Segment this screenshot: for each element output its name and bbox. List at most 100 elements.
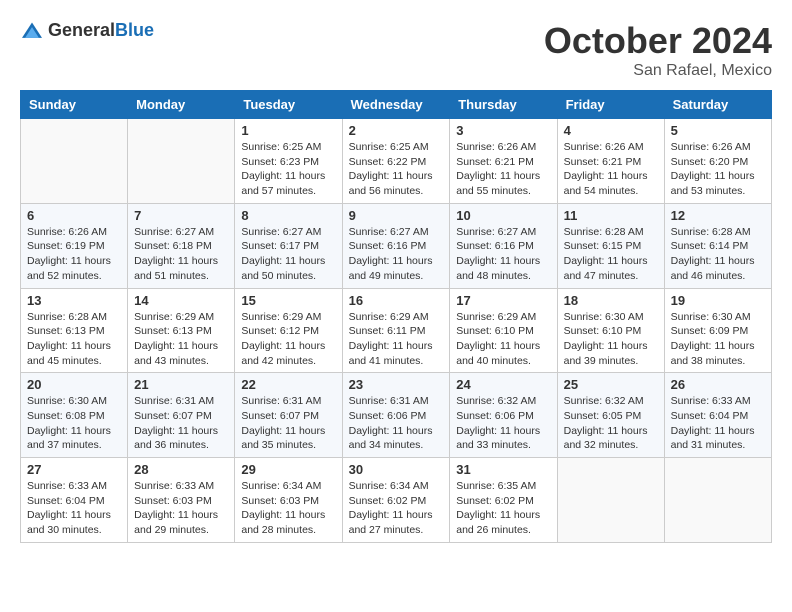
day-info: Sunrise: 6:34 AM Sunset: 6:02 PM Dayligh… [349,479,444,538]
weekday-header: Sunday [21,91,128,119]
day-info: Sunrise: 6:26 AM Sunset: 6:19 PM Dayligh… [27,225,121,284]
day-info: Sunrise: 6:27 AM Sunset: 6:16 PM Dayligh… [456,225,550,284]
calendar-day-cell: 13 Sunrise: 6:28 AM Sunset: 6:13 PM Dayli… [21,288,128,373]
calendar-day-cell: 12 Sunrise: 6:28 AM Sunset: 6:14 PM Dayli… [664,203,771,288]
weekday-header: Monday [128,91,235,119]
calendar-day-cell [21,119,128,204]
day-info: Sunrise: 6:29 AM Sunset: 6:12 PM Dayligh… [241,310,335,369]
day-number: 17 [456,293,550,308]
day-number: 29 [241,462,335,477]
calendar-day-cell: 19Sunrise: 6:30 AM Sunset: 6:09 PM Dayli… [664,288,771,373]
day-info: Sunrise: 6:31 AM Sunset: 6:07 PM Dayligh… [241,394,335,453]
day-info: Sunrise: 6:26 AM Sunset: 6:21 PM Dayligh… [564,140,658,199]
day-number: 26 [671,377,765,392]
day-info: Sunrise: 6:33 AM Sunset: 6:04 PM Dayligh… [671,394,765,453]
day-info: Sunrise: 6:32 AM Sunset: 6:06 PM Dayligh… [456,394,550,453]
day-info: Sunrise: 6:28 AM Sunset: 6:15 PM Dayligh… [564,225,658,284]
day-info: Sunrise: 6:26 AM Sunset: 6:20 PM Dayligh… [671,140,765,199]
calendar-day-cell: 11Sunrise: 6:28 AM Sunset: 6:15 PM Dayli… [557,203,664,288]
calendar-day-cell: 25 Sunrise: 6:32 AM Sunset: 6:05 PM Dayli… [557,373,664,458]
logo: GeneralBlue [20,20,154,41]
day-info: Sunrise: 6:35 AM Sunset: 6:02 PM Dayligh… [456,479,550,538]
day-number: 19 [671,293,765,308]
day-info: Sunrise: 6:31 AM Sunset: 6:06 PM Dayligh… [349,394,444,453]
month-title: October 2024 [544,20,772,62]
day-number: 27 [27,462,121,477]
day-number: 10 [456,208,550,223]
day-number: 3 [456,123,550,138]
calendar-day-cell: 29 Sunrise: 6:34 AM Sunset: 6:03 PM Dayli… [235,458,342,543]
calendar-day-cell: 23Sunrise: 6:31 AM Sunset: 6:06 PM Dayli… [342,373,450,458]
calendar-day-cell: 10 Sunrise: 6:27 AM Sunset: 6:16 PM Dayli… [450,203,557,288]
calendar-day-cell: 9Sunrise: 6:27 AM Sunset: 6:16 PM Daylig… [342,203,450,288]
day-number: 31 [456,462,550,477]
calendar-table: SundayMondayTuesdayWednesdayThursdayFrid… [20,90,772,543]
day-number: 25 [564,377,658,392]
day-number: 1 [241,123,335,138]
calendar-day-cell: 7 Sunrise: 6:27 AM Sunset: 6:18 PM Daylig… [128,203,235,288]
calendar-week-row: 6Sunrise: 6:26 AM Sunset: 6:19 PM Daylig… [21,203,772,288]
day-info: Sunrise: 6:28 AM Sunset: 6:13 PM Dayligh… [27,310,121,369]
calendar-day-cell: 30 Sunrise: 6:34 AM Sunset: 6:02 PM Dayli… [342,458,450,543]
day-info: Sunrise: 6:27 AM Sunset: 6:17 PM Dayligh… [241,225,335,284]
calendar-day-cell: 16 Sunrise: 6:29 AM Sunset: 6:11 PM Dayli… [342,288,450,373]
day-info: Sunrise: 6:33 AM Sunset: 6:03 PM Dayligh… [134,479,228,538]
calendar-day-cell: 1 Sunrise: 6:25 AM Sunset: 6:23 PM Daylig… [235,119,342,204]
weekday-header: Friday [557,91,664,119]
day-info: Sunrise: 6:27 AM Sunset: 6:18 PM Dayligh… [134,225,228,284]
page-header: GeneralBlue October 2024 San Rafael, Mex… [20,20,772,80]
day-info: Sunrise: 6:31 AM Sunset: 6:07 PM Dayligh… [134,394,228,453]
calendar-day-cell: 18Sunrise: 6:30 AM Sunset: 6:10 PM Dayli… [557,288,664,373]
calendar-day-cell: 8 Sunrise: 6:27 AM Sunset: 6:17 PM Daylig… [235,203,342,288]
day-number: 4 [564,123,658,138]
calendar-day-cell: 6Sunrise: 6:26 AM Sunset: 6:19 PM Daylig… [21,203,128,288]
calendar-day-cell: 22Sunrise: 6:31 AM Sunset: 6:07 PM Dayli… [235,373,342,458]
day-info: Sunrise: 6:28 AM Sunset: 6:14 PM Dayligh… [671,225,765,284]
calendar-week-row: 27 Sunrise: 6:33 AM Sunset: 6:04 PM Dayli… [21,458,772,543]
location: San Rafael, Mexico [544,62,772,80]
day-info: Sunrise: 6:25 AM Sunset: 6:23 PM Dayligh… [241,140,335,199]
calendar-day-cell: 5 Sunrise: 6:26 AM Sunset: 6:20 PM Daylig… [664,119,771,204]
day-number: 20 [27,377,121,392]
calendar-week-row: 13 Sunrise: 6:28 AM Sunset: 6:13 PM Dayli… [21,288,772,373]
day-number: 7 [134,208,228,223]
day-number: 15 [241,293,335,308]
day-number: 21 [134,377,228,392]
calendar-day-cell: 27 Sunrise: 6:33 AM Sunset: 6:04 PM Dayli… [21,458,128,543]
calendar-day-cell: 28 Sunrise: 6:33 AM Sunset: 6:03 PM Dayli… [128,458,235,543]
weekday-header: Thursday [450,91,557,119]
day-number: 28 [134,462,228,477]
calendar-day-cell: 26 Sunrise: 6:33 AM Sunset: 6:04 PM Dayli… [664,373,771,458]
day-number: 30 [349,462,444,477]
weekday-header: Tuesday [235,91,342,119]
logo-blue: Blue [115,20,154,40]
day-info: Sunrise: 6:29 AM Sunset: 6:11 PM Dayligh… [349,310,444,369]
weekday-header: Wednesday [342,91,450,119]
day-number: 16 [349,293,444,308]
day-number: 5 [671,123,765,138]
day-number: 12 [671,208,765,223]
calendar-day-cell [664,458,771,543]
day-info: Sunrise: 6:29 AM Sunset: 6:10 PM Dayligh… [456,310,550,369]
logo-general: General [48,20,115,40]
day-info: Sunrise: 6:29 AM Sunset: 6:13 PM Dayligh… [134,310,228,369]
day-info: Sunrise: 6:34 AM Sunset: 6:03 PM Dayligh… [241,479,335,538]
day-number: 18 [564,293,658,308]
calendar-header-row: SundayMondayTuesdayWednesdayThursdayFrid… [21,91,772,119]
day-info: Sunrise: 6:33 AM Sunset: 6:04 PM Dayligh… [27,479,121,538]
calendar-day-cell: 15 Sunrise: 6:29 AM Sunset: 6:12 PM Dayli… [235,288,342,373]
day-number: 8 [241,208,335,223]
day-number: 14 [134,293,228,308]
weekday-header: Saturday [664,91,771,119]
day-number: 24 [456,377,550,392]
day-info: Sunrise: 6:26 AM Sunset: 6:21 PM Dayligh… [456,140,550,199]
calendar-day-cell [557,458,664,543]
calendar-day-cell: 20Sunrise: 6:30 AM Sunset: 6:08 PM Dayli… [21,373,128,458]
day-number: 13 [27,293,121,308]
title-block: October 2024 San Rafael, Mexico [544,20,772,80]
calendar-week-row: 20Sunrise: 6:30 AM Sunset: 6:08 PM Dayli… [21,373,772,458]
calendar-day-cell: 24 Sunrise: 6:32 AM Sunset: 6:06 PM Dayli… [450,373,557,458]
calendar-day-cell: 2Sunrise: 6:25 AM Sunset: 6:22 PM Daylig… [342,119,450,204]
day-info: Sunrise: 6:32 AM Sunset: 6:05 PM Dayligh… [564,394,658,453]
logo-icon [20,21,44,41]
